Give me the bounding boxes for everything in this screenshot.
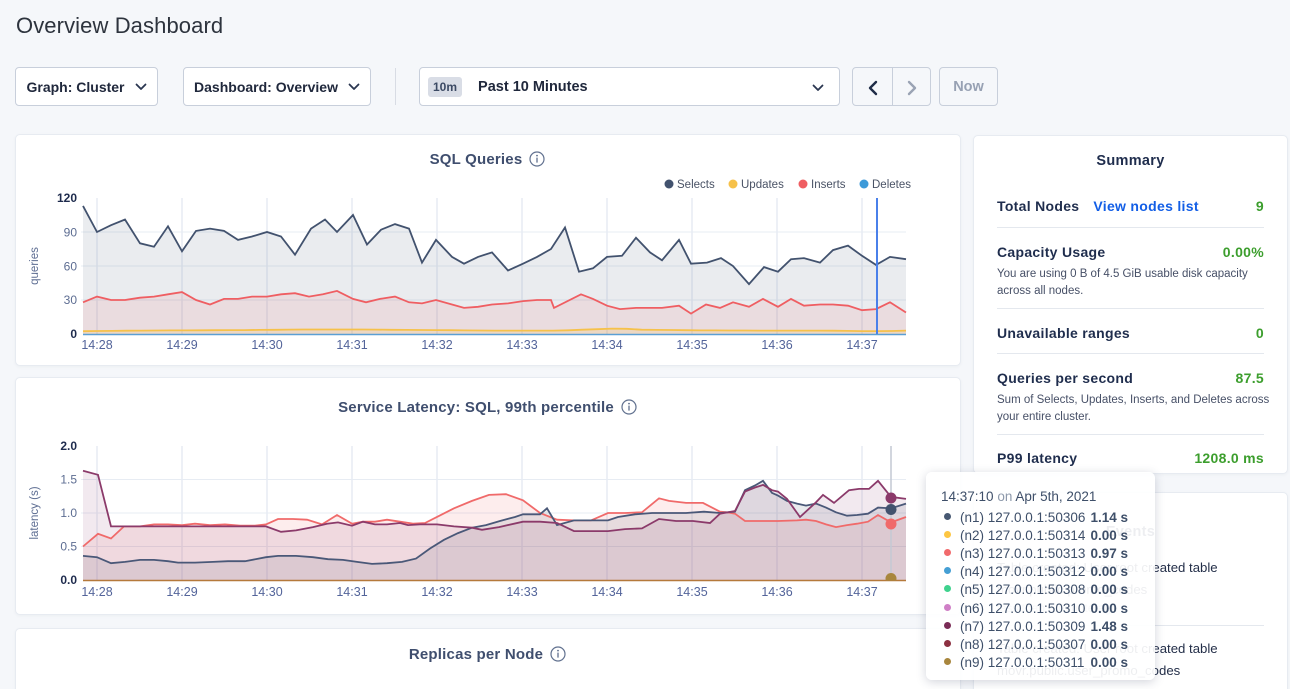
svg-text:120: 120 [57,191,77,205]
svg-text:14:35: 14:35 [676,338,707,352]
svg-text:14:29: 14:29 [166,338,197,352]
svg-text:14:37: 14:37 [846,585,877,599]
svg-text:14:34: 14:34 [591,338,622,352]
svg-text:14:28: 14:28 [81,585,112,599]
svg-text:Inserts: Inserts [811,179,846,191]
svg-text:14:33: 14:33 [506,585,537,599]
svg-text:14:31: 14:31 [336,585,367,599]
svg-text:Deletes: Deletes [872,179,911,191]
svg-text:0.0: 0.0 [60,573,77,587]
svg-text:14:35: 14:35 [676,585,707,599]
svg-text:14:29: 14:29 [166,585,197,599]
svg-text:0.5: 0.5 [60,540,77,554]
svg-text:1.5: 1.5 [60,473,77,487]
svg-text:2.0: 2.0 [60,439,77,453]
svg-text:14:32: 14:32 [421,338,452,352]
svg-text:0: 0 [70,327,77,341]
svg-text:14:36: 14:36 [761,585,792,599]
svg-text:latency (s): latency (s) [29,486,41,539]
svg-text:14:30: 14:30 [251,338,282,352]
svg-text:14:36: 14:36 [761,338,792,352]
svg-text:1.0: 1.0 [60,506,77,520]
svg-text:90: 90 [64,226,78,240]
svg-text:14:30: 14:30 [251,585,282,599]
svg-text:14:32: 14:32 [421,585,452,599]
svg-text:60: 60 [64,259,78,273]
svg-text:14:33: 14:33 [506,338,537,352]
svg-text:14:28: 14:28 [81,338,112,352]
svg-text:Selects: Selects [677,179,715,191]
svg-text:14:34: 14:34 [591,585,622,599]
svg-text:14:31: 14:31 [336,338,367,352]
svg-text:queries: queries [29,247,41,285]
svg-text:Updates: Updates [741,179,784,191]
svg-text:30: 30 [64,293,78,307]
svg-text:14:37: 14:37 [846,338,877,352]
